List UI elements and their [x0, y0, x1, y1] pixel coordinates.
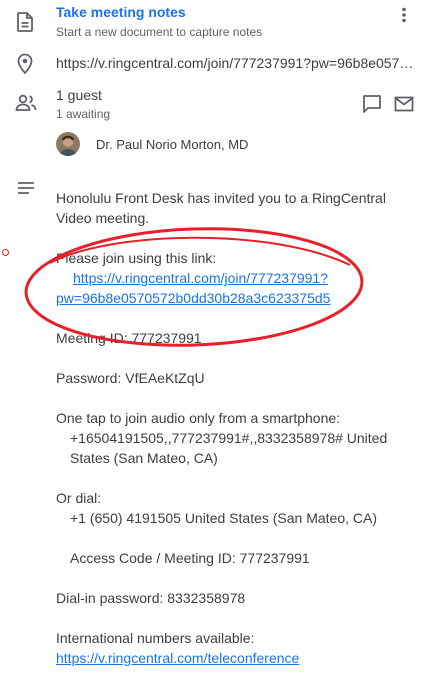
dial-in-password: Dial-in password: 8332358978: [56, 590, 246, 606]
location-pin-icon: [16, 53, 34, 75]
more-vert-icon[interactable]: [395, 6, 413, 24]
access-code: Access Code / Meeting ID: 777237991: [70, 550, 310, 566]
annotation-dot: [2, 249, 9, 256]
guest-count: 1 guest: [56, 87, 102, 103]
take-notes-subtitle: Start a new document to capture notes: [56, 25, 263, 39]
mail-icon[interactable]: [393, 93, 415, 115]
meeting-location-url[interactable]: https://v.ringcentral.com/join/777237991…: [56, 55, 416, 71]
or-dial-label: Or dial:: [56, 490, 102, 506]
guest-awaiting-status: 1 awaiting: [56, 107, 111, 121]
notes-lines-icon: [17, 181, 35, 195]
invite-text: Honolulu Front Desk has invited you to a…: [56, 190, 386, 226]
international-label: International numbers available:: [56, 630, 255, 646]
guest-name: Dr. Paul Norio Morton, MD: [96, 137, 249, 152]
meeting-password: Password: VfEAeKtZqU: [56, 370, 205, 386]
avatar[interactable]: [56, 132, 80, 156]
take-notes-link[interactable]: Take meeting notes: [56, 4, 186, 20]
one-tap-number: +16504191505,,777237991#,,8332358978# Un…: [70, 430, 388, 466]
one-tap-label: One tap to join audio only from a smartp…: [56, 410, 341, 426]
dial-number: +1 (650) 4191505 United States (San Mate…: [70, 510, 378, 526]
document-icon: [16, 12, 34, 32]
people-icon: [15, 94, 37, 112]
chat-icon[interactable]: [361, 93, 383, 115]
international-link[interactable]: https://v.ringcentral.com/teleconference: [56, 650, 299, 666]
annotation-ellipse: [20, 223, 372, 360]
